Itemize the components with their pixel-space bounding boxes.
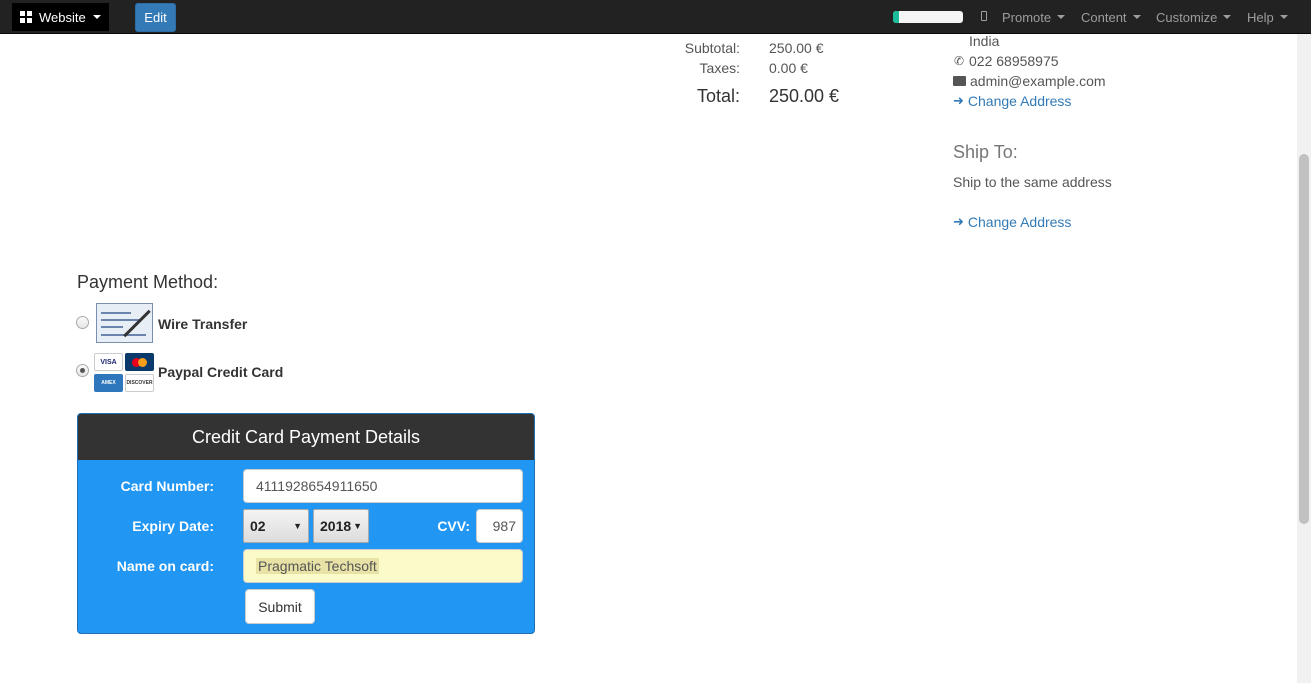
customize-menu[interactable]: Customize [1156, 0, 1232, 34]
help-menu[interactable]: Help [1247, 0, 1288, 34]
ship-to-title: Ship To: [953, 142, 1018, 162]
promote-menu-label: Promote [1002, 9, 1052, 25]
payment-method-title: Payment Method: [77, 272, 219, 292]
name-on-card-label: Name on card: [116, 558, 214, 574]
wire-transfer-label[interactable]: Wire Transfer [158, 316, 247, 332]
apps-grid-icon [20, 11, 32, 23]
caret-down-icon [1279, 15, 1288, 19]
visa-logo: VISA [94, 353, 123, 371]
arrow-right-icon: ➜ [953, 93, 964, 108]
billing-phone-row: ✆ 022 68958975 [953, 53, 1059, 69]
total-value: 250.00 € [769, 86, 840, 106]
billing-email: admin@example.com [970, 73, 1106, 89]
credit-card-panel-title: Credit Card Payment Details [78, 414, 534, 460]
top-navbar: Website Edit Promote Content Customize H… [0, 0, 1311, 34]
dropdown-arrow-icon: ▼ [353, 521, 362, 531]
wire-transfer-radio[interactable] [76, 316, 89, 329]
credit-card-panel: Credit Card Payment Details Card Number:… [77, 413, 535, 634]
paypal-credit-card-radio[interactable] [76, 364, 89, 377]
paypal-credit-card-label[interactable]: Paypal Credit Card [158, 364, 283, 380]
amex-logo: AMEX [94, 374, 123, 392]
wire-transfer-logo [96, 303, 153, 343]
discover-logo: DISCOVER [125, 374, 154, 392]
progress-fill [893, 11, 899, 23]
scrollbar-thumb[interactable] [1299, 154, 1309, 524]
edit-button[interactable]: Edit [135, 3, 176, 32]
page-scrollbar[interactable] [1297, 34, 1311, 683]
website-menu-button[interactable]: Website [12, 3, 109, 31]
dropdown-arrow-icon: ▼ [293, 521, 302, 531]
arrow-right-icon: ➜ [953, 214, 964, 229]
caret-down-icon [1132, 15, 1141, 19]
expiry-year-select[interactable]: 2018 ▼ [313, 509, 369, 543]
cvv-label: CVV: [437, 518, 470, 534]
shipping-change-address-link[interactable]: ➜ Change Address [953, 214, 1071, 230]
caret-down-icon [1057, 15, 1066, 19]
help-menu-label: Help [1247, 9, 1274, 25]
billing-phone: 022 68958975 [969, 53, 1059, 69]
taxes-label: Taxes: [699, 60, 740, 76]
content-menu-label: Content [1081, 9, 1127, 25]
card-number-input[interactable]: 4111928654911650 [243, 469, 523, 503]
customize-menu-label: Customize [1156, 9, 1218, 25]
subtotal-value: 250.00 € [769, 40, 824, 56]
phone-icon: ✆ [953, 54, 965, 68]
card-number-label: Card Number: [120, 478, 214, 494]
submit-button[interactable]: Submit [245, 589, 315, 624]
envelope-icon [953, 76, 966, 86]
website-menu-label: Website [39, 9, 86, 25]
expiry-month-select[interactable]: 02 ▼ [243, 509, 309, 543]
billing-change-address-link[interactable]: ➜ Change Address [953, 93, 1071, 109]
subtotal-label: Subtotal: [684, 40, 740, 56]
content-menu[interactable]: Content [1081, 0, 1141, 34]
billing-country: India [969, 33, 1000, 49]
expiry-month-value: 02 [250, 518, 266, 534]
cvv-input[interactable]: 987 [476, 509, 523, 543]
expiry-date-label: Expiry Date: [132, 518, 214, 534]
caret-down-icon [1223, 15, 1232, 19]
caret-down-icon [92, 15, 101, 19]
expiry-year-value: 2018 [320, 518, 352, 534]
mastercard-logo [125, 353, 154, 371]
shipping-change-address-label: Change Address [967, 214, 1072, 230]
taxes-value: 0.00 € [769, 60, 808, 76]
progress-bar [893, 11, 963, 23]
billing-email-row: admin@example.com [953, 73, 1106, 89]
name-on-card-input[interactable]: Pragmatic Techsoft [243, 549, 523, 583]
billing-change-address-label: Change Address [967, 93, 1072, 109]
name-on-card-value: Pragmatic Techsoft [256, 558, 379, 574]
credit-card-logos: VISA AMEX DISCOVER [94, 353, 154, 392]
ship-to-text: Ship to the same address [953, 174, 1112, 190]
mobile-preview-icon[interactable] [981, 11, 987, 21]
total-label: Total: [696, 86, 740, 106]
promote-menu[interactable]: Promote [1002, 0, 1066, 34]
